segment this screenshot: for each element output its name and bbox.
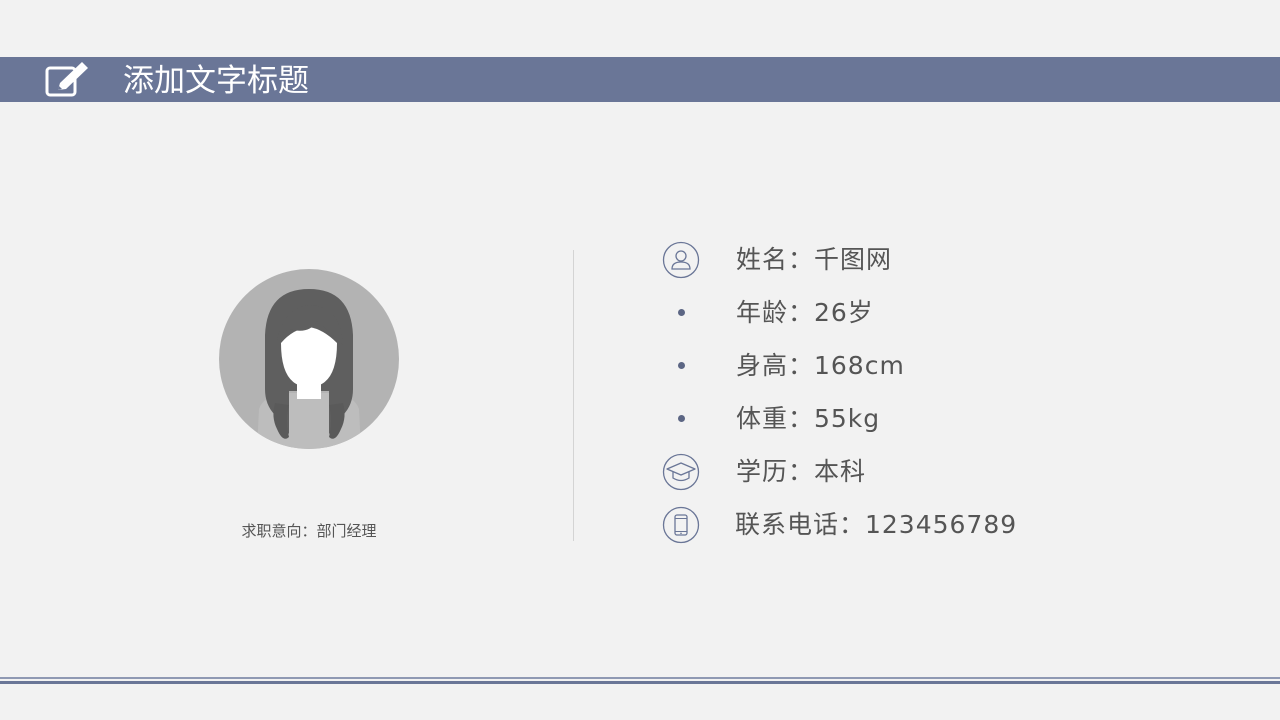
job-intention: 求职意向：部门经理 [241,522,377,540]
info-row-weight: 体重：55kg [662,399,1262,439]
page-title: 添加文字标题 [123,63,309,99]
info-education: 学历：本科 [736,457,867,486]
vertical-divider [573,250,574,541]
bullet-dot [678,415,685,422]
info-weight: 体重：55kg [736,404,881,433]
edit-pencil-icon [45,62,88,97]
person-circle-icon [662,241,700,279]
info-row-age: 年龄：26岁 [662,293,1262,333]
slide: 添加文字标题 求职意向：部门经理 姓名：千图网 年龄：26岁 身高：168cm … [0,0,1280,720]
info-row-name: 姓名：千图网 [662,240,1262,280]
info-age: 年龄：26岁 [736,298,874,327]
info-row-height: 身高：168cm [662,346,1262,386]
info-height: 身高：168cm [736,351,905,380]
info-row-education: 学历：本科 [662,452,1262,492]
graduation-cap-icon [662,453,700,491]
mobile-phone-icon [662,506,700,544]
info-phone: 联系电话：123456789 [735,510,1018,539]
info-row-phone: 联系电话：123456789 [662,505,1262,545]
bullet-dot [678,362,685,369]
bullet-dot [678,309,685,316]
info-name: 姓名：千图网 [736,245,893,274]
title-bar: 添加文字标题 [0,57,1280,102]
female-avatar-icon [219,269,399,449]
footer-line-thick [0,681,1280,684]
footer-line-thin [0,677,1280,679]
